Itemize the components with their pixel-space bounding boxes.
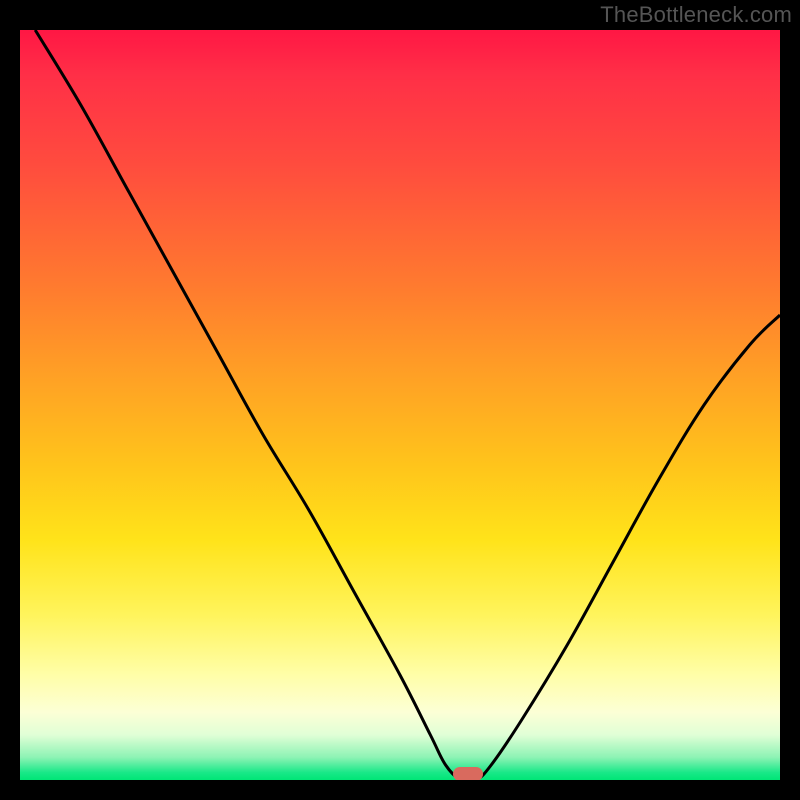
plot-area — [20, 30, 780, 780]
optimal-point-marker — [453, 767, 483, 780]
watermark-text: TheBottleneck.com — [600, 2, 792, 28]
chart-frame: TheBottleneck.com — [0, 0, 800, 800]
bottleneck-curve — [20, 30, 780, 780]
bottleneck-curve-path — [35, 30, 780, 780]
